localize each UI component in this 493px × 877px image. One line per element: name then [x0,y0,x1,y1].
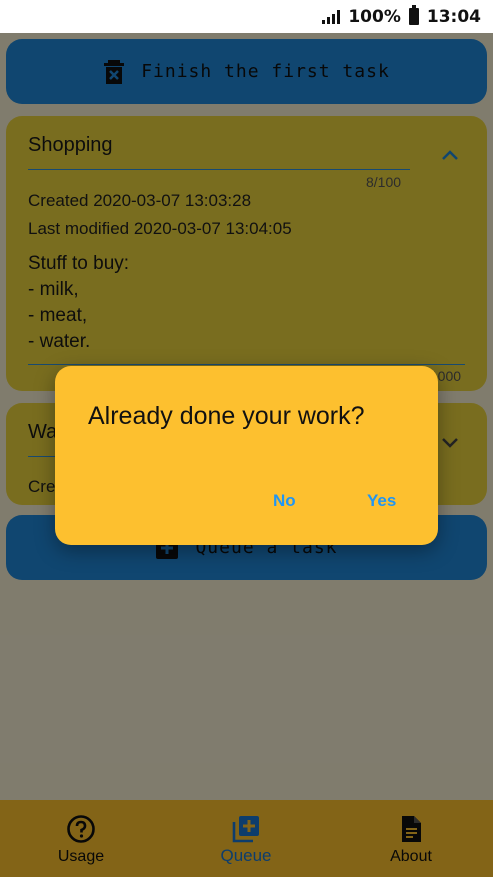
yes-button[interactable]: Yes [367,491,396,511]
confirm-dialog: Already done your work? No Yes [55,366,438,545]
status-bar: 100% 13:04 [0,0,493,33]
clock: 13:04 [426,6,481,27]
battery-icon [408,5,419,25]
signal-icon [322,9,341,24]
battery-percent: 100% [348,6,401,27]
dialog-title: Already done your work? [88,402,365,430]
no-button[interactable]: No [273,491,296,511]
